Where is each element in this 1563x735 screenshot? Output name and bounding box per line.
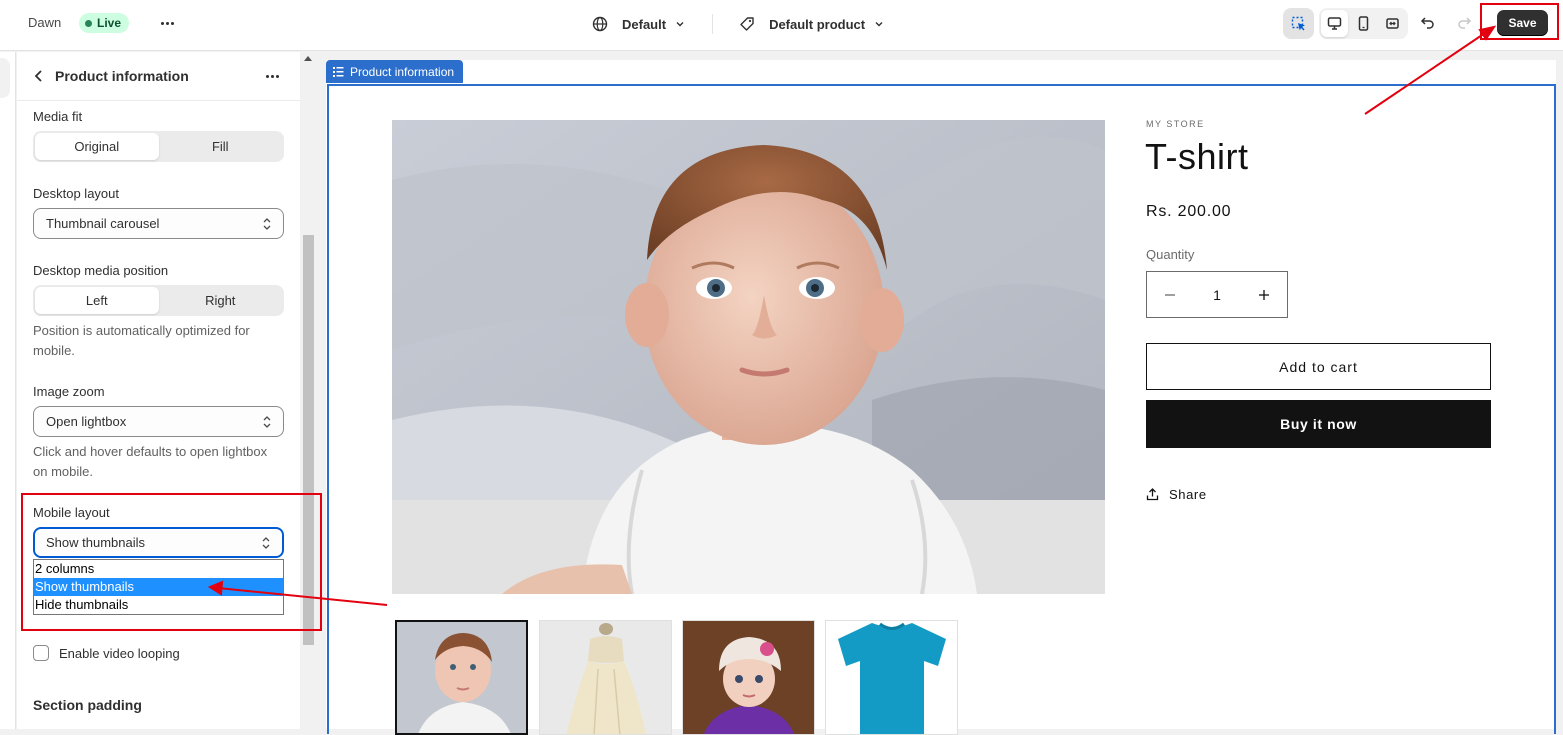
quantity-decrease-button[interactable] bbox=[1163, 288, 1177, 302]
mobile-layout-option-2-columns[interactable]: 2 columns bbox=[34, 560, 283, 578]
redo-button[interactable] bbox=[1453, 12, 1475, 34]
mobile-layout-label: Mobile layout bbox=[33, 505, 110, 520]
template-selector-label: Default product bbox=[769, 16, 866, 32]
scroll-up-arrow-icon[interactable] bbox=[304, 56, 312, 61]
minus-icon bbox=[1165, 293, 1175, 296]
full-width-view-button[interactable] bbox=[1379, 10, 1406, 37]
media-position-left[interactable]: Left bbox=[35, 287, 159, 314]
desktop-layout-label: Desktop layout bbox=[33, 186, 119, 201]
thumbnail-4[interactable] bbox=[825, 620, 958, 735]
mobile-layout-value: Show thumbnails bbox=[46, 535, 145, 550]
redo-icon bbox=[1458, 17, 1472, 29]
product-vendor: MY STORE bbox=[1146, 119, 1205, 129]
panel-header: Product information bbox=[17, 52, 300, 101]
quantity-value[interactable]: 1 bbox=[1213, 287, 1221, 303]
live-badge: Live bbox=[79, 13, 130, 33]
mobile-icon bbox=[1358, 16, 1369, 31]
section-grid-icon bbox=[333, 67, 344, 77]
media-fit-label: Media fit bbox=[33, 109, 83, 124]
back-arrow-icon[interactable] bbox=[31, 68, 47, 84]
media-position-help: Position is automatically optimized for … bbox=[33, 323, 250, 358]
thumbnail-2[interactable] bbox=[539, 620, 672, 735]
quantity-stepper: 1 bbox=[1146, 271, 1288, 318]
mobile-layout-select[interactable]: Show thumbnails bbox=[33, 527, 284, 558]
chevron-down-icon bbox=[875, 22, 883, 27]
settings-panel: Product information Media fit Original F… bbox=[17, 52, 300, 729]
globe-icon bbox=[592, 16, 608, 32]
thumbnail-1[interactable] bbox=[395, 620, 528, 735]
desktop-view-button[interactable] bbox=[1321, 10, 1348, 37]
section-tag[interactable]: Product information bbox=[326, 60, 464, 83]
device-preview-toggle bbox=[1319, 8, 1408, 39]
panel-title: Product information bbox=[55, 68, 189, 84]
undo-icon bbox=[1420, 17, 1434, 29]
thumbnail-baby-photo bbox=[397, 622, 526, 733]
thumbnail-girl-photo bbox=[683, 621, 814, 734]
media-fit-segmented: Original Fill bbox=[33, 131, 284, 162]
quantity-label: Quantity bbox=[1146, 247, 1195, 262]
product-price: Rs. 200.00 bbox=[1146, 203, 1232, 220]
expand-icon bbox=[1386, 18, 1399, 29]
image-zoom-select[interactable]: Open lightbox bbox=[33, 406, 284, 437]
quantity-increase-button[interactable] bbox=[1257, 288, 1271, 302]
video-looping-label: Enable video looping bbox=[59, 645, 180, 661]
cursor-select-icon bbox=[1291, 16, 1305, 30]
thumbnail-tshirt-photo bbox=[826, 621, 957, 734]
tag-icon bbox=[740, 17, 754, 31]
section-padding-heading: Section padding bbox=[33, 697, 142, 713]
live-badge-label: Live bbox=[97, 16, 122, 30]
select-chevron-icon bbox=[263, 218, 271, 230]
section-tag-label: Product information bbox=[350, 64, 455, 79]
select-chevron-icon bbox=[262, 537, 270, 549]
add-to-cart-button[interactable]: Add to cart bbox=[1146, 343, 1491, 390]
media-position-right[interactable]: Right bbox=[159, 287, 283, 314]
theme-name: Dawn bbox=[28, 15, 62, 30]
scroll-thumb[interactable] bbox=[303, 235, 314, 645]
media-fit-fill[interactable]: Fill bbox=[159, 133, 283, 160]
live-dot-icon bbox=[85, 19, 92, 27]
thumbnail-dress-photo bbox=[540, 621, 671, 734]
selector-divider bbox=[712, 14, 714, 34]
select-chevron-icon bbox=[263, 416, 271, 428]
save-annotation-box bbox=[1480, 3, 1559, 40]
share-button[interactable]: Share bbox=[1146, 487, 1207, 502]
chevron-down-icon bbox=[676, 22, 684, 27]
image-zoom-help: Click and hover defaults to open lightbo… bbox=[33, 444, 268, 479]
locale-selector-label: Default bbox=[622, 16, 667, 32]
mobile-layout-option-hide-thumbnails[interactable]: Hide thumbnails bbox=[34, 596, 283, 614]
mobile-layout-option-show-thumbnails[interactable]: Show thumbnails bbox=[34, 578, 283, 596]
share-label: Share bbox=[1169, 487, 1207, 502]
product-photo-baby bbox=[392, 120, 1105, 594]
locale-selector[interactable]: Default bbox=[588, 16, 690, 32]
image-zoom-label: Image zoom bbox=[33, 384, 105, 399]
mobile-view-button[interactable] bbox=[1350, 10, 1377, 37]
page-selectors: Default Default product bbox=[588, 12, 889, 36]
undo-button[interactable] bbox=[1417, 12, 1439, 34]
product-title: T-shirt bbox=[1145, 136, 1249, 177]
rail-active-tab[interactable] bbox=[0, 58, 10, 98]
template-selector[interactable]: Default product bbox=[735, 16, 889, 32]
thumbnail-3[interactable] bbox=[682, 620, 815, 735]
inspector-toggle-button[interactable] bbox=[1283, 8, 1314, 39]
panel-more-icon[interactable] bbox=[263, 68, 281, 84]
product-main-image[interactable] bbox=[392, 120, 1105, 594]
video-looping-checkbox[interactable] bbox=[33, 645, 49, 661]
left-rail bbox=[0, 52, 16, 729]
share-icon bbox=[1146, 488, 1159, 501]
desktop-icon bbox=[1327, 17, 1342, 30]
desktop-media-position-segmented: Left Right bbox=[33, 285, 284, 316]
video-looping-row[interactable]: Enable video looping bbox=[33, 645, 180, 661]
desktop-layout-value: Thumbnail carousel bbox=[46, 216, 160, 231]
buy-it-now-button[interactable]: Buy it now bbox=[1146, 400, 1491, 448]
theme-actions-more-icon[interactable] bbox=[156, 12, 178, 34]
panel-scrollbar[interactable] bbox=[300, 52, 317, 729]
editor-topbar: Dawn Live Default Default product Save bbox=[0, 0, 1563, 51]
image-zoom-value: Open lightbox bbox=[46, 414, 127, 429]
mobile-layout-dropdown: 2 columns Show thumbnails Hide thumbnail… bbox=[33, 559, 284, 615]
plus-icon bbox=[1258, 289, 1269, 300]
desktop-media-position-label: Desktop media position bbox=[33, 263, 169, 278]
desktop-layout-select[interactable]: Thumbnail carousel bbox=[33, 208, 284, 239]
media-fit-original[interactable]: Original bbox=[35, 133, 159, 160]
